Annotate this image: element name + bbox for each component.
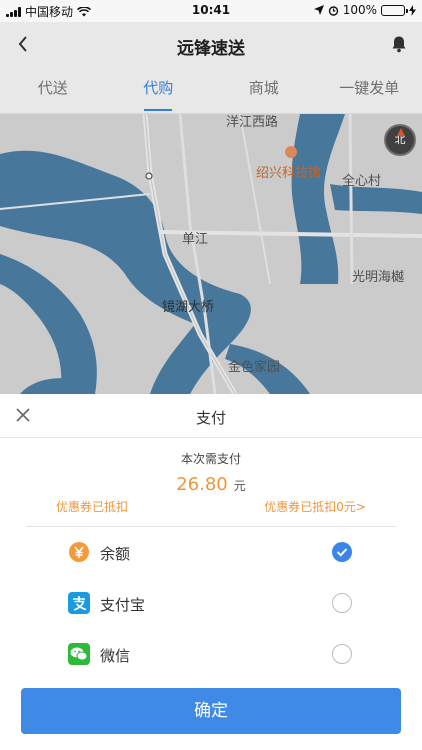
charging-icon	[409, 4, 416, 16]
battery-percent: 100%	[342, 3, 377, 17]
pay-method-label: 余额	[100, 545, 131, 563]
wechat-icon	[68, 643, 90, 665]
yen-icon	[69, 542, 89, 562]
pay-method-wechat[interactable]: 微信	[0, 635, 422, 675]
coupon-link[interactable]: 优惠券已抵扣0元>	[264, 498, 366, 515]
divider	[26, 526, 396, 527]
sheet-header: 支付	[0, 394, 422, 438]
radio-unchecked[interactable]	[332, 644, 352, 664]
sheet-title: 支付	[195, 409, 226, 427]
status-right: 100%	[313, 3, 416, 17]
pay-method-balance[interactable]: 余额	[0, 533, 422, 573]
coupon-status: 优惠券已抵扣	[56, 500, 129, 514]
radio-checked[interactable]	[332, 542, 352, 562]
payment-sheet: 支付 本次需支付 26.80 元 优惠券已抵扣 优惠券已抵扣0元> 余额 支付宝 …	[0, 394, 422, 750]
alipay-icon	[68, 592, 90, 614]
amount-value: 26.80	[176, 474, 228, 495]
amount-display: 26.80 元	[0, 474, 422, 495]
pay-method-alipay[interactable]: 支付宝	[0, 584, 422, 624]
amount-unit: 元	[233, 479, 246, 493]
pay-method-label: 微信	[100, 647, 131, 665]
battery-icon	[381, 4, 408, 16]
amount-label: 本次需支付	[180, 452, 241, 466]
confirm-button[interactable]: 确定	[21, 688, 401, 734]
pay-method-label: 支付宝	[100, 596, 146, 614]
alarm-icon	[328, 5, 338, 16]
radio-unchecked[interactable]	[332, 593, 352, 613]
check-icon	[336, 548, 348, 557]
overlay-dim	[0, 22, 422, 394]
location-arrow-icon	[313, 5, 324, 15]
status-bar: 中国移动 10:41 100%	[0, 0, 422, 22]
